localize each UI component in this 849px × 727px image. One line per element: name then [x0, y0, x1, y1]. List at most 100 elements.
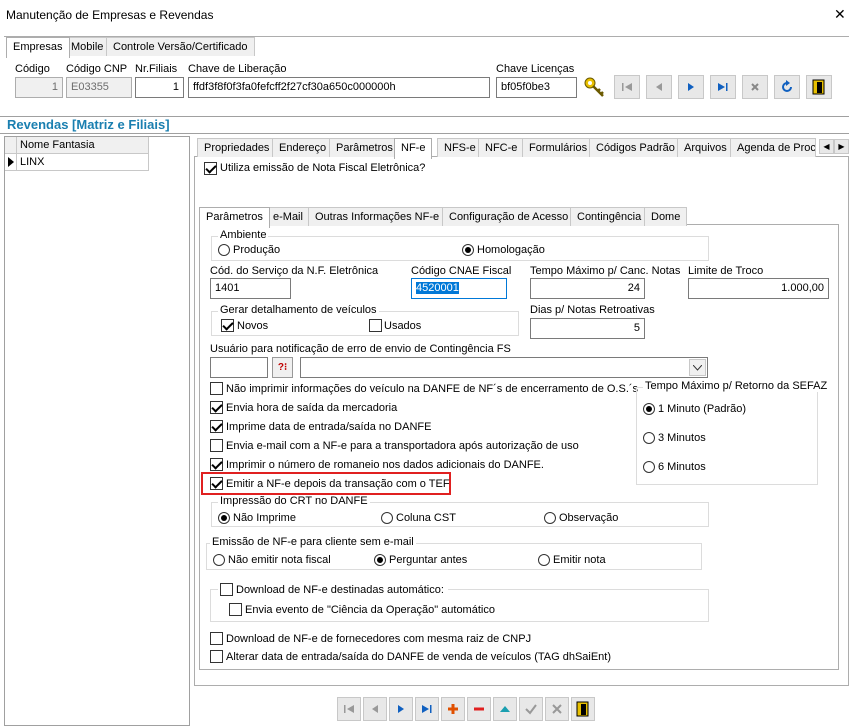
subtab-contingencia[interactable]: Contingência [570, 207, 649, 226]
download-auto-checkbox[interactable] [220, 583, 233, 596]
codigo-field[interactable]: 1 [15, 77, 63, 98]
close-icon[interactable]: ✕ [834, 6, 846, 23]
download-auto-label: Download de NF-e destinadas automático: [236, 584, 444, 596]
edit-up-icon[interactable] [493, 697, 517, 721]
producao-label: Produção [233, 244, 281, 256]
usados-checkbox[interactable] [369, 319, 382, 332]
row-indicator-icon [5, 154, 17, 171]
filiais-field[interactable]: 1 [135, 77, 184, 98]
download-fornecedores-label: Download de NF-e de fornecedores com mes… [226, 633, 532, 645]
sefaz-1min-label: 1 Minuto (Padrão) [658, 403, 747, 415]
prev-record-button[interactable] [646, 75, 672, 99]
nav-prev-button[interactable] [363, 697, 387, 721]
sefaz-3min-label: 3 Minutos [658, 432, 706, 444]
usuario-label: Usuário para notificação de erro de envi… [210, 343, 511, 355]
sefaz-6min-radio[interactable] [643, 461, 655, 473]
refresh-icon[interactable] [774, 75, 800, 99]
crt-nao-imprime-radio[interactable] [218, 512, 230, 524]
tab-codigos-padrao[interactable]: Códigos Padrão [589, 138, 682, 157]
nao-imprimir-veiculo-label: Não imprimir informações do veículo na D… [226, 383, 639, 395]
cancel-icon[interactable] [742, 75, 768, 99]
crt-observacao-radio[interactable] [544, 512, 556, 524]
tab-parametros[interactable]: Parâmetros [329, 138, 400, 157]
usuario-select[interactable] [300, 357, 708, 378]
limite-troco-label: Limite de Troco [688, 265, 764, 277]
subtab-dome[interactable]: Dome [644, 207, 688, 226]
download-fornecedores-checkbox[interactable] [210, 632, 223, 645]
table-row[interactable]: LINX [17, 154, 149, 171]
ambiente-group: Ambiente [211, 229, 709, 261]
email-emitir-radio[interactable] [538, 554, 550, 566]
tab-controle-versao[interactable]: Controle Versão/Certificado [106, 37, 255, 56]
email-nao-emitir-radio[interactable] [213, 554, 225, 566]
chave-lic-field[interactable]: bf05f0be3 [496, 77, 577, 98]
chevron-down-icon[interactable] [689, 359, 706, 376]
cnae-label: Código CNAE Fiscal [411, 265, 512, 277]
tab-nfe[interactable]: NF-e [394, 138, 433, 159]
nao-imprimir-veiculo-checkbox[interactable] [210, 382, 223, 395]
nav-next-button[interactable] [389, 697, 413, 721]
tab-empresas[interactable]: Empresas [6, 37, 70, 58]
emitir-depois-tef-label: Emitir a NF-e depois da transação com o … [226, 478, 450, 490]
alterar-data-checkbox[interactable] [210, 650, 223, 663]
novos-checkbox[interactable] [221, 319, 234, 332]
tab-nfse[interactable]: NFS-e [437, 138, 483, 157]
tab-scroll-left-icon[interactable]: ◀ [819, 139, 834, 154]
key-icon[interactable] [583, 75, 607, 99]
chave-lic-label: Chave Licenças [496, 63, 575, 75]
sefaz-3min-radio[interactable] [643, 432, 655, 444]
tab-scroll-right-icon[interactable]: ▶ [834, 139, 849, 154]
cancel-x-icon[interactable] [545, 697, 569, 721]
tempo-canc-field[interactable]: 24 [530, 278, 645, 299]
crt-coluna-cst-radio[interactable] [381, 512, 393, 524]
ambiente-title: Ambiente [218, 229, 269, 241]
cnae-field[interactable]: 4520001 [411, 278, 507, 299]
utiliza-nfe-checkbox[interactable] [204, 162, 217, 175]
last-record-button[interactable] [710, 75, 736, 99]
dias-retro-field[interactable]: 5 [530, 318, 645, 339]
cnp-field[interactable]: E03355 [66, 77, 132, 98]
first-record-button[interactable] [614, 75, 640, 99]
crt-coluna-cst-label: Coluna CST [396, 512, 456, 524]
nav-last-button[interactable] [415, 697, 439, 721]
tab-arquivos[interactable]: Arquivos [677, 138, 734, 157]
imprimir-romaneio-checkbox[interactable] [210, 458, 223, 471]
email-perguntar-radio[interactable] [374, 554, 386, 566]
cod-servico-field[interactable]: 1401 [210, 278, 291, 299]
subtab-config-acesso[interactable]: Configuração de Acesso [442, 207, 576, 226]
confirm-check-icon[interactable] [519, 697, 543, 721]
crt-nao-imprime-label: Não Imprime [233, 512, 296, 524]
subtab-parametros[interactable]: Parâmetros [199, 207, 270, 228]
envia-evento-label: Envia evento de "Ciência da Operação" au… [245, 604, 495, 616]
subtab-outras-info[interactable]: Outras Informações NF-e [308, 207, 447, 226]
nav-first-button[interactable] [337, 697, 361, 721]
tab-agenda[interactable]: Agenda de Proces [730, 138, 816, 157]
usuario-code-field[interactable] [210, 357, 268, 378]
tab-mobile[interactable]: Mobile [64, 37, 111, 56]
exit-door-icon[interactable] [571, 697, 595, 721]
homologacao-radio[interactable] [462, 244, 474, 256]
chave-lib-field[interactable]: ffdf3f8f0f3fa0fefcff2f27cf30a650c000000h [188, 77, 490, 98]
envia-evento-checkbox[interactable] [229, 603, 242, 616]
envia-email-transp-checkbox[interactable] [210, 439, 223, 452]
imprime-data-checkbox[interactable] [210, 420, 223, 433]
tab-propriedades[interactable]: Propriedades [197, 138, 277, 157]
tab-formularios[interactable]: Formulários [522, 138, 595, 157]
tab-endereco[interactable]: Endereço [272, 138, 334, 157]
producao-radio[interactable] [218, 244, 230, 256]
column-header[interactable]: Nome Fantasia [17, 137, 149, 154]
minus-icon[interactable] [467, 697, 491, 721]
sefaz-1min-radio[interactable] [643, 403, 655, 415]
envia-hora-checkbox[interactable] [210, 401, 223, 414]
subtab-email[interactable]: e-Mail [266, 207, 310, 226]
emitir-depois-tef-checkbox[interactable] [210, 477, 223, 490]
dias-retro-label: Dias p/ Notas Retroativas [530, 304, 655, 316]
lookup-icon[interactable]: ?⁝ [272, 357, 293, 378]
tab-nfce[interactable]: NFC-e [478, 138, 525, 157]
tempo-canc-label: Tempo Máximo p/ Canc. Notas [530, 265, 681, 277]
revendas-grid[interactable]: Nome Fantasia LINX [4, 136, 190, 726]
plus-icon[interactable] [441, 697, 465, 721]
next-record-button[interactable] [678, 75, 704, 99]
exit-door-icon[interactable] [806, 75, 832, 99]
limite-troco-field[interactable]: 1.000,00 [688, 278, 829, 299]
